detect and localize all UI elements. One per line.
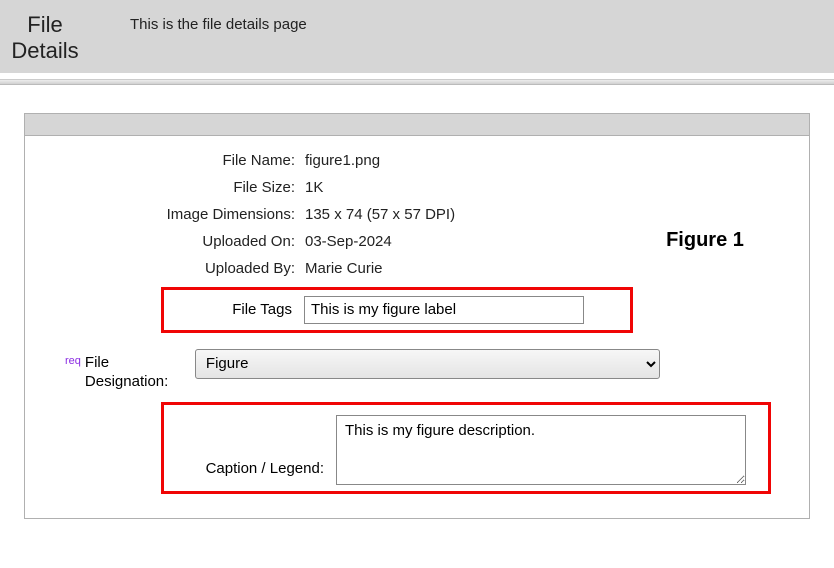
image-dimensions-value: 135 x 74 (57 x 57 DPI) [305,206,455,223]
file-tags-label: File Tags [174,301,304,318]
file-tags-highlight: File Tags [161,287,633,333]
file-designation-label: File Designation: [85,349,195,392]
uploaded-by-value: Marie Curie [305,260,383,277]
caption-legend-label: Caption / Legend: [164,460,336,485]
uploaded-on-value: 03-Sep-2024 [305,233,392,250]
file-name-label: File Name: [45,152,305,169]
file-size-value: 1K [305,179,323,196]
image-dimensions-label: Image Dimensions: [45,206,305,223]
row-file-size: File Size: 1K [45,179,789,196]
file-tags-input[interactable] [304,296,584,324]
required-marker: req [65,349,81,367]
uploaded-by-label: Uploaded By: [45,260,305,277]
page-subtitle: This is the file details page [90,8,307,33]
file-thumbnail: Figure 1 [625,198,785,284]
file-name-value: figure1.png [305,152,380,169]
page-header: File Details This is the file details pa… [0,0,834,73]
thumbnail-text: Figure 1 [666,229,744,252]
panel-header-bar [25,114,809,136]
file-size-label: File Size: [45,179,305,196]
file-details-panel: Figure 1 File Name: figure1.png File Siz… [24,113,810,519]
row-file-name: File Name: figure1.png [45,152,789,169]
uploaded-on-label: Uploaded On: [45,233,305,250]
file-designation-select[interactable]: Figure [195,349,660,379]
caption-legend-textarea[interactable]: This is my figure description. [336,415,746,485]
page-title: File Details [0,8,90,65]
row-file-designation: req File Designation: Figure [65,349,789,392]
caption-legend-highlight: Caption / Legend: This is my figure desc… [161,402,771,494]
